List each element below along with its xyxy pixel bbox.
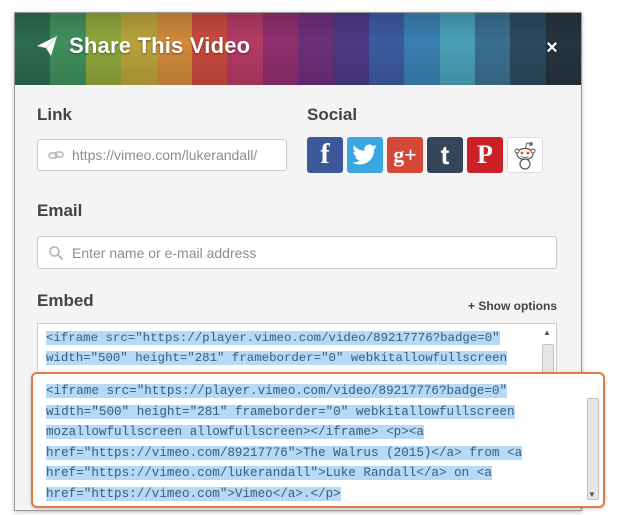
embed-line: href="https://vimeo.com/89217776">The Wa… (46, 445, 523, 460)
embed-line: <iframe src="https://player.vimeo.com/vi… (46, 331, 500, 345)
close-button[interactable]: × (541, 37, 563, 59)
embed-code-callout: <iframe src="https://player.vimeo.com/vi… (31, 372, 605, 508)
reddit-alien-glyph (514, 142, 536, 170)
embed-line: <iframe src="https://player.vimeo.com/vi… (46, 384, 508, 398)
paper-plane-icon (37, 35, 58, 56)
callout-scrollbar[interactable]: ▼ (585, 378, 599, 502)
dialog-title: Share This Video (35, 33, 250, 59)
email-placeholder: Enter name or e-mail address (72, 244, 257, 261)
link-label: Link (37, 105, 72, 124)
pinterest-icon[interactable]: P (467, 137, 503, 173)
social-buttons: f g+ t P (307, 137, 543, 173)
link-field[interactable]: https://vimeo.com/lukerandall/ (37, 139, 287, 171)
tumblr-icon[interactable]: t (427, 137, 463, 173)
google-plus-icon[interactable]: g+ (387, 137, 423, 173)
dialog-title-text: Share This Video (69, 33, 251, 58)
embed-line: mozallowfullscreen allowfullscreen></ifr… (46, 425, 424, 439)
dialog-header: Share This Video × (15, 13, 581, 85)
callout-scroll-thumb[interactable] (587, 398, 599, 500)
scroll-up-arrow-icon[interactable]: ▲ (540, 326, 554, 340)
twitter-icon[interactable] (347, 137, 383, 173)
embed-code-preview: <iframe src="https://player.vimeo.com/vi… (38, 324, 556, 368)
social-label: Social (307, 105, 358, 124)
reddit-icon[interactable] (507, 137, 543, 173)
show-options-link[interactable]: + Show options (468, 299, 557, 313)
link-icon (48, 151, 64, 159)
twitter-bird-glyph (352, 144, 377, 165)
embed-line: width="500" height="281" frameborder="0"… (46, 404, 515, 419)
embed-code-full: <iframe src="https://player.vimeo.com/vi… (33, 374, 603, 504)
scroll-down-arrow-icon[interactable]: ▼ (585, 488, 599, 502)
email-field[interactable]: Enter name or e-mail address (37, 236, 557, 269)
link-url: https://vimeo.com/lukerandall/ (72, 147, 258, 163)
facebook-icon[interactable]: f (307, 137, 343, 173)
embed-label: Embed (37, 291, 94, 310)
embed-line: href="https://vimeo.com">Vimeo</a>.</p> (46, 486, 341, 501)
email-label: Email (37, 201, 83, 220)
embed-line: width="500" height="281" frameborder="0"… (46, 351, 508, 365)
embed-line: href="https://vimeo.com/lukerandall">Luk… (46, 466, 492, 480)
search-icon (49, 245, 64, 260)
